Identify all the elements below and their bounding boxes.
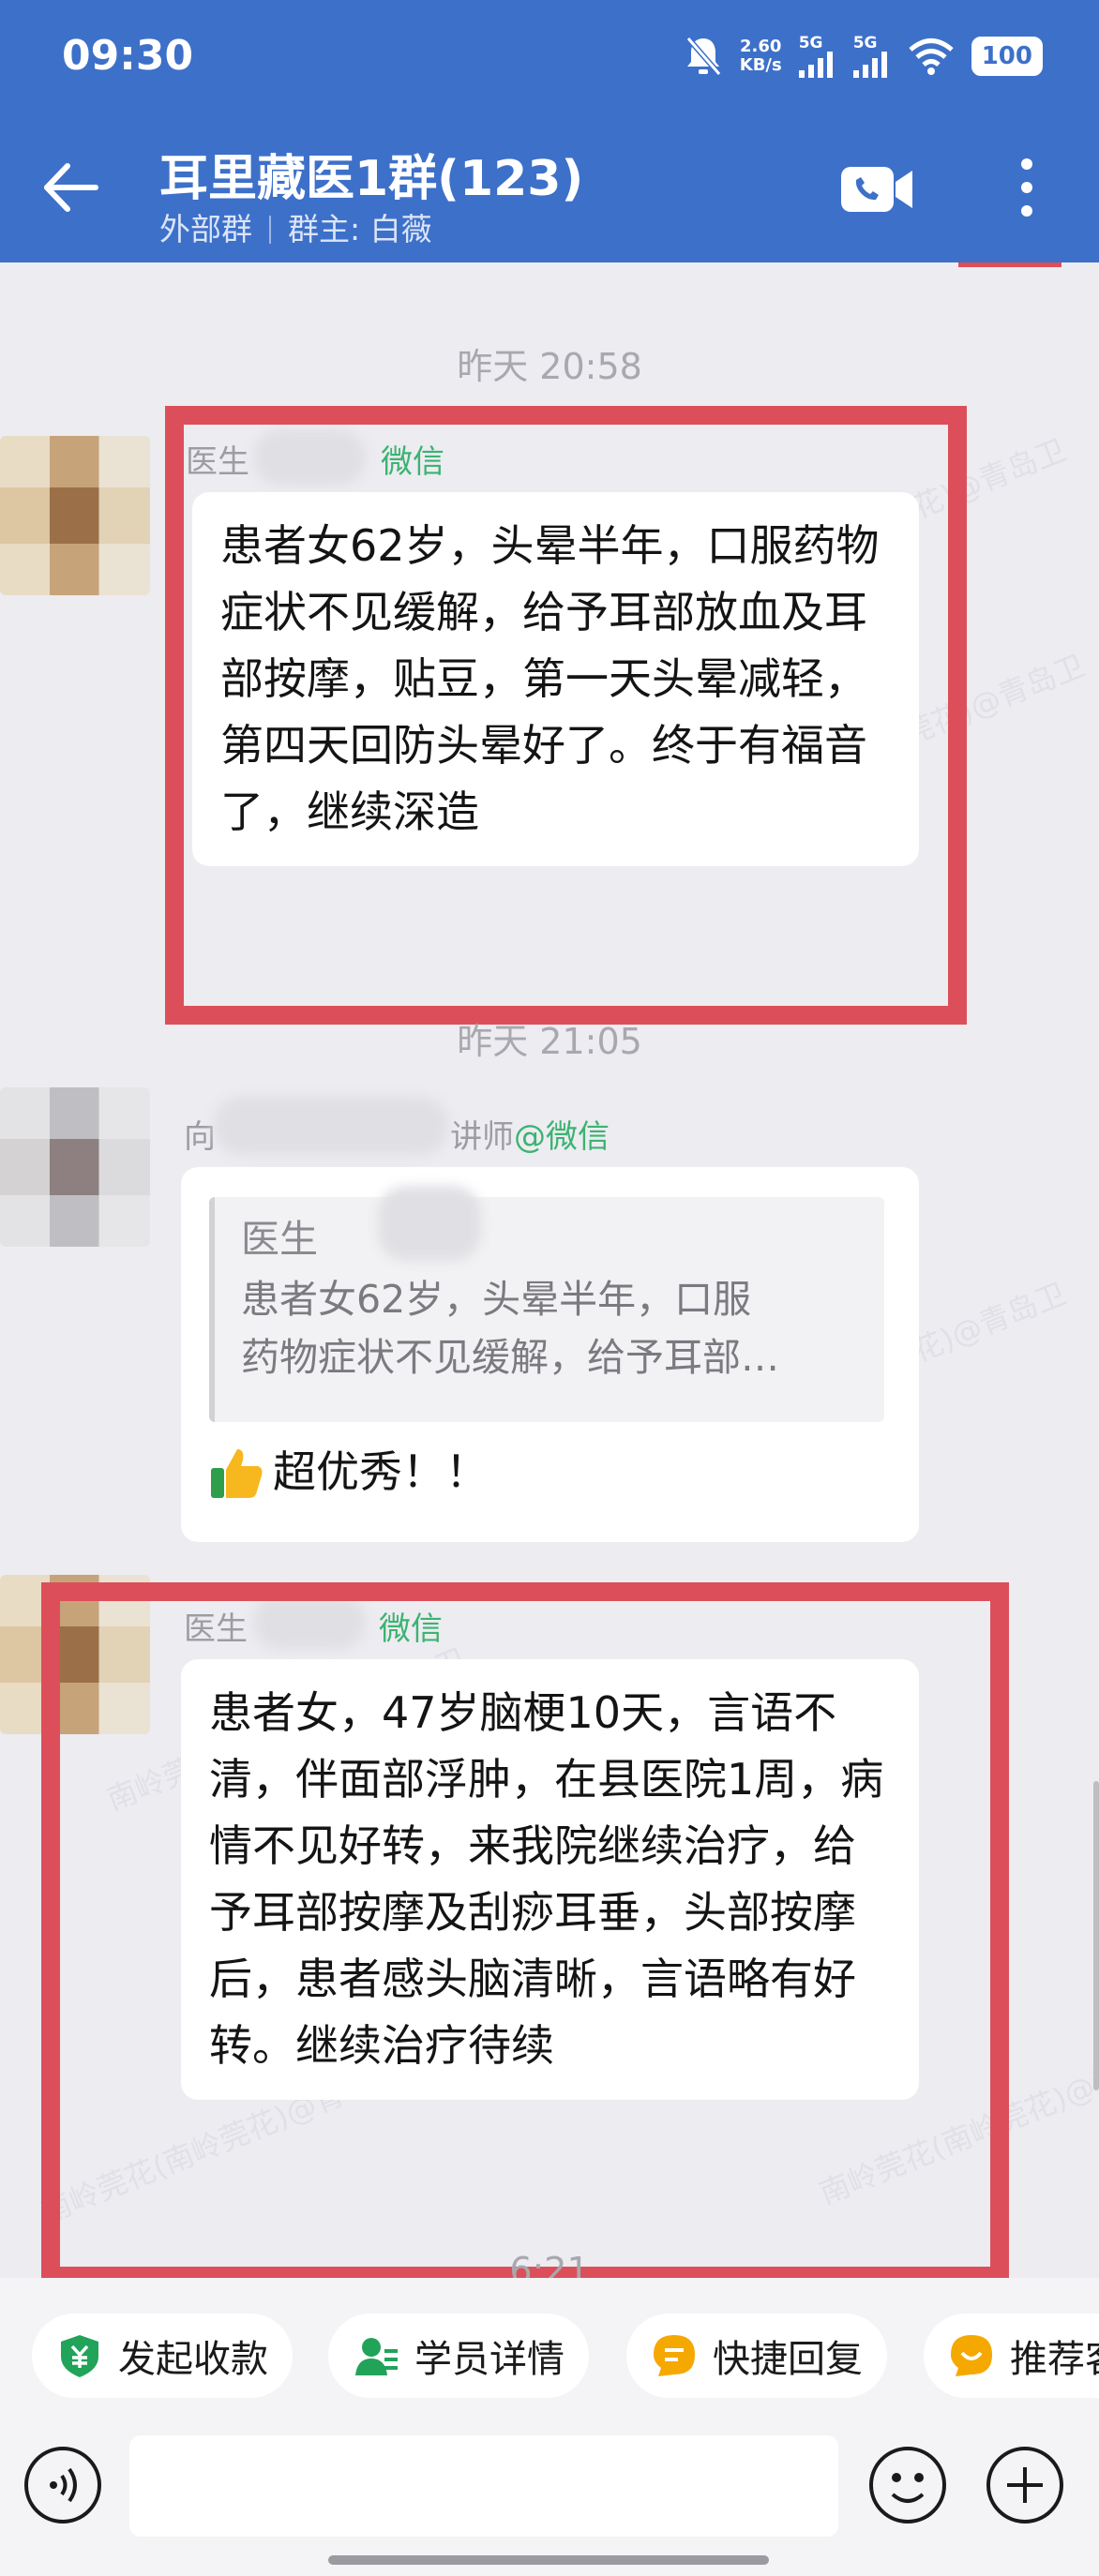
message-text: 患者女62岁，头晕半年，口服药物症状不见缓解，给予耳部放血及耳部按摩，贴豆，第一… [220, 520, 880, 837]
chip-label: 学员详情 [414, 2338, 565, 2381]
net-label-2: 5G [852, 34, 878, 52]
quick-reply-icon [654, 2335, 695, 2376]
signal-5g-2: 5G [852, 34, 891, 78]
plus-icon[interactable] [985, 2445, 1065, 2525]
wifi-icon [909, 38, 954, 75]
voice-input-icon[interactable] [23, 2445, 103, 2525]
time-separator: 昨天 20:58 [457, 346, 642, 387]
quote-text-line: 患者女62岁，头晕半年，口服 [241, 1277, 752, 1322]
message-bubble[interactable]: 患者女，47岁脑梗10天，言语不清，伴面部浮肿，在县医院1周，病情不见好转，来我… [181, 1659, 919, 2100]
wechat-tag: 微信 [379, 1610, 443, 1648]
message-text: 患者女，47岁脑梗10天，言语不清，伴面部浮肿，在县医院1周，病情不见好转，来我… [209, 1687, 884, 2071]
header-red-accent [958, 262, 1061, 267]
quick-action-payment[interactable]: 发起收款 [32, 2314, 293, 2398]
top-header: 09:30 2.60 KB/s 5G 5G 100 耳里藏医1群(123) 外部… [0, 0, 1099, 262]
wechat-tag: 微信 [381, 443, 444, 481]
reply-text: 超优秀！！ [273, 1446, 489, 1497]
battery-indicator: 100 [971, 37, 1043, 76]
time-separator: 6:21 [509, 2250, 590, 2278]
status-time: 09:30 [62, 32, 194, 80]
student-icon [355, 2338, 398, 2375]
mute-bell-icon [685, 37, 722, 76]
sender-prefix: 医生 [184, 1610, 248, 1648]
message-bubble[interactable]: 医生 患者女62岁，头晕半年，口服 药物症状不见缓解，给予耳部… 超优秀！！ [181, 1167, 919, 1542]
sender-prefix: 医生 [186, 443, 249, 481]
speed-unit: KB/s [739, 55, 782, 75]
chip-label: 推荐客 [1010, 2338, 1099, 2381]
group-owner-label: 群主: 白薇 [288, 211, 432, 247]
video-call-icon[interactable] [839, 161, 914, 217]
sender-prefix: 向 [184, 1118, 216, 1156]
quick-action-bar: 发起收款 学员详情 快捷回复 推荐客 [0, 2278, 1099, 2428]
quick-action-quick-reply[interactable]: 快捷回复 [626, 2314, 887, 2398]
emoji-icon[interactable] [867, 2445, 948, 2525]
blurred-name [378, 1186, 481, 1261]
message-input[interactable] [129, 2435, 838, 2537]
chat-title[interactable]: 耳里藏医1群(123) [159, 139, 583, 209]
signal-bars-icon [798, 52, 833, 78]
payment-icon [61, 2335, 98, 2377]
chat-message-area[interactable]: 南岭莞花(南岭莞花)@青岛卫 南岭莞花(南岭莞花)@青岛卫 南岭莞花(南岭莞花)… [0, 262, 1099, 2278]
avatar[interactable] [0, 436, 150, 595]
chat-subtitle: 外部群 群主: 白薇 [159, 204, 432, 249]
group-type-label: 外部群 [159, 211, 252, 247]
more-options-icon[interactable] [1008, 155, 1046, 220]
blurred-name [214, 1097, 448, 1155]
avatar[interactable] [0, 1575, 150, 1734]
chip-label: 快捷回复 [713, 2338, 863, 2381]
reply-line: 超优秀！！ [209, 1439, 489, 1505]
quote-sender: 医生 [241, 1217, 318, 1262]
signal-bars-icon [852, 52, 887, 78]
wechat-tag: @微信 [514, 1118, 610, 1156]
chip-label: 发起收款 [118, 2338, 268, 2381]
input-bar [0, 2428, 1099, 2576]
subtitle-divider [269, 216, 271, 244]
scrollbar[interactable] [1093, 1781, 1099, 2090]
net-label-1: 5G [798, 34, 823, 52]
thumbs-up-icon [211, 1448, 263, 1498]
blurred-name [253, 429, 366, 486]
time-separator: 昨天 21:05 [457, 1021, 642, 1062]
recommend-icon [951, 2335, 992, 2376]
quick-action-recommend[interactable]: 推荐客 [924, 2314, 1099, 2398]
back-arrow-icon[interactable] [38, 155, 103, 220]
home-indicator[interactable] [328, 2555, 769, 2565]
quote-text-line: 药物症状不见缓解，给予耳部… [241, 1335, 779, 1380]
status-icons: 2.60 KB/s 5G 5G 100 [684, 28, 1043, 84]
signal-5g-1: 5G [798, 34, 836, 78]
message-bubble[interactable]: 患者女62岁，头晕半年，口服药物症状不见缓解，给予耳部放血及耳部按摩，贴豆，第一… [192, 492, 919, 866]
network-speed: 2.60 KB/s [740, 37, 782, 75]
avatar[interactable] [0, 1087, 150, 1247]
sender-suffix: 讲师 [450, 1118, 514, 1156]
speed-value: 2.60 [740, 37, 782, 56]
quick-action-student[interactable]: 学员详情 [328, 2314, 589, 2398]
blurred-name [253, 1594, 366, 1650]
quoted-message[interactable]: 医生 患者女62岁，头晕半年，口服 药物症状不见缓解，给予耳部… [209, 1197, 884, 1422]
